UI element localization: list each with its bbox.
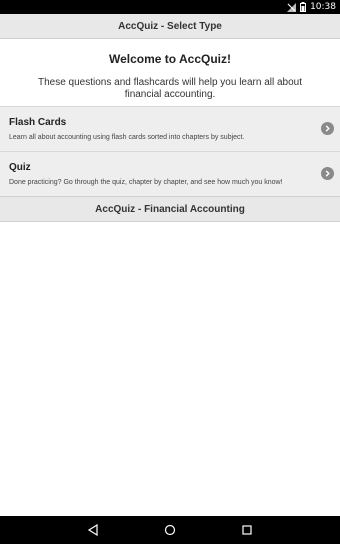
navigation-bar [0, 516, 340, 544]
status-time: 10:38 [310, 2, 336, 12]
recents-icon[interactable] [237, 520, 257, 540]
menu-item-description: Done practicing? Go through the quiz, ch… [9, 179, 283, 186]
home-icon[interactable] [160, 520, 180, 540]
menu-item-quiz[interactable]: Quiz Done practicing? Go through the qui… [0, 151, 340, 196]
battery-icon [300, 2, 307, 12]
welcome-subtitle: These questions and flashcards will help… [37, 77, 303, 100]
welcome-section: Welcome to AccQuiz! These questions and … [0, 52, 340, 101]
back-icon[interactable] [83, 520, 103, 540]
menu-item-title: Quiz [9, 162, 31, 173]
type-menu: Flash Cards Learn all about accounting u… [0, 106, 340, 196]
menu-item-flash-cards[interactable]: Flash Cards Learn all about accounting u… [0, 106, 340, 151]
chevron-right-circle-icon[interactable] [321, 122, 334, 135]
menu-item-title: Flash Cards [9, 117, 67, 128]
status-bar: 10:38 [0, 0, 340, 14]
welcome-heading: Welcome to AccQuiz! [108, 52, 232, 66]
footer-title: AccQuiz - Financial Accounting [0, 196, 340, 222]
chevron-right-circle-icon[interactable] [321, 167, 334, 180]
page-title: AccQuiz - Select Type [0, 14, 340, 39]
menu-item-description: Learn all about accounting using flash c… [9, 134, 245, 141]
signal-off-icon [287, 2, 297, 12]
